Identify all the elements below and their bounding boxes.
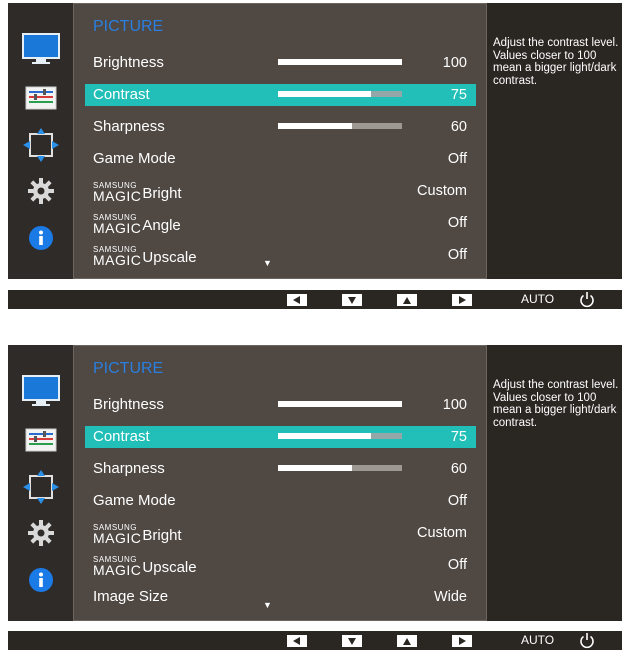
- item-value: 75: [450, 429, 467, 445]
- menu-item-magic-bright[interactable]: SAMSUNG MAGIC Bright Custom: [85, 180, 476, 204]
- menu-item-magic-upscale[interactable]: SAMSUNG MAGIC Upscale Off: [85, 244, 476, 268]
- left-arrow-icon[interactable]: [287, 635, 307, 647]
- item-value: 100: [442, 397, 467, 413]
- help-text: Adjust the contrast level. Values closer…: [493, 379, 619, 429]
- sidebar: [8, 3, 73, 279]
- item-value: Off: [447, 215, 467, 231]
- down-arrow-icon[interactable]: [342, 294, 362, 306]
- left-arrow-icon[interactable]: [287, 294, 307, 306]
- help-panel: Adjust the contrast level. Values closer…: [489, 3, 622, 279]
- item-value: 100: [442, 55, 467, 71]
- color-settings-icon[interactable]: [25, 428, 57, 457]
- magic-logo: SAMSUNG MAGIC: [93, 555, 142, 578]
- item-value: Custom: [417, 525, 467, 541]
- item-label: Game Mode: [93, 492, 176, 509]
- menu-title: PICTURE: [93, 360, 164, 377]
- item-value: Off: [447, 493, 467, 509]
- gear-icon[interactable]: [28, 178, 54, 209]
- magic-logo: SAMSUNG MAGIC: [93, 523, 142, 546]
- item-label: Sharpness: [93, 460, 165, 477]
- brightness-slider[interactable]: [278, 401, 402, 407]
- osd-panel: PICTURE Brightness 100 Contrast 75 Sharp…: [8, 345, 622, 621]
- menu-item-game-mode[interactable]: Game Mode Off: [85, 148, 476, 170]
- info-icon[interactable]: [29, 568, 53, 597]
- right-arrow-icon[interactable]: [452, 635, 472, 647]
- gear-icon[interactable]: [28, 520, 54, 551]
- item-label: SAMSUNG MAGIC Bright: [93, 181, 182, 204]
- button-bar: AUTO: [8, 290, 622, 309]
- menu-item-magic-angle[interactable]: SAMSUNG MAGIC Angle Off: [85, 212, 476, 236]
- menu-panel: PICTURE Brightness 100 Contrast 75 Sharp…: [73, 345, 487, 621]
- power-icon[interactable]: [579, 290, 595, 313]
- button-bar: AUTO: [8, 631, 622, 650]
- contrast-slider[interactable]: [278, 433, 402, 439]
- magic-logo: SAMSUNG MAGIC: [93, 245, 142, 268]
- scroll-down-icon[interactable]: ▼: [263, 258, 272, 268]
- menu-item-sharpness[interactable]: Sharpness 60: [85, 116, 476, 138]
- magic-logo: SAMSUNG MAGIC: [93, 213, 142, 236]
- brightness-slider[interactable]: [278, 59, 402, 65]
- right-arrow-icon[interactable]: [452, 294, 472, 306]
- menu-item-contrast[interactable]: Contrast 75: [85, 426, 476, 448]
- monitor-icon[interactable]: [22, 33, 60, 70]
- scroll-down-icon[interactable]: ▼: [263, 600, 272, 610]
- item-value: Off: [447, 151, 467, 167]
- item-label: Image Size: [93, 588, 169, 605]
- power-icon[interactable]: [579, 631, 595, 654]
- item-value: Off: [447, 557, 467, 573]
- item-label: SAMSUNG MAGIC Upscale: [93, 245, 197, 268]
- menu-item-brightness[interactable]: Brightness 100: [85, 394, 476, 416]
- up-arrow-icon[interactable]: [397, 294, 417, 306]
- menu-item-brightness[interactable]: Brightness 100: [85, 52, 476, 74]
- item-value: Custom: [417, 183, 467, 199]
- item-value: Wide: [433, 589, 467, 605]
- help-text: Adjust the contrast level. Values closer…: [493, 37, 619, 87]
- magic-logo: SAMSUNG MAGIC: [93, 181, 142, 204]
- menu-item-sharpness[interactable]: Sharpness 60: [85, 458, 476, 480]
- auto-button[interactable]: AUTO: [521, 633, 554, 647]
- item-label: Brightness: [93, 396, 164, 413]
- item-value: 75: [450, 87, 467, 103]
- down-arrow-icon[interactable]: [342, 635, 362, 647]
- menu-item-magic-upscale[interactable]: SAMSUNG MAGIC Upscale Off: [85, 554, 476, 578]
- menu-item-image-size[interactable]: Image Size Wide: [85, 586, 476, 608]
- size-position-icon[interactable]: [23, 470, 59, 509]
- auto-button[interactable]: AUTO: [521, 292, 554, 306]
- color-settings-icon[interactable]: [25, 86, 57, 115]
- help-panel: Adjust the contrast level. Values closer…: [489, 345, 622, 621]
- item-label: Contrast: [93, 428, 150, 445]
- item-label: SAMSUNG MAGIC Upscale: [93, 555, 197, 578]
- monitor-icon[interactable]: [22, 375, 60, 412]
- sidebar: [8, 345, 73, 621]
- item-label: Contrast: [93, 86, 150, 103]
- menu-panel: PICTURE Brightness 100 Contrast 75 Sharp…: [73, 3, 487, 279]
- sharpness-slider[interactable]: [278, 465, 402, 471]
- item-label: Game Mode: [93, 150, 176, 167]
- up-arrow-icon[interactable]: [397, 635, 417, 647]
- item-label: SAMSUNG MAGIC Bright: [93, 523, 182, 546]
- contrast-slider[interactable]: [278, 91, 402, 97]
- menu-item-game-mode[interactable]: Game Mode Off: [85, 490, 476, 512]
- item-value: Off: [447, 247, 467, 263]
- info-icon[interactable]: [29, 226, 53, 255]
- item-value: 60: [450, 461, 467, 477]
- item-value: 60: [450, 119, 467, 135]
- menu-item-magic-bright[interactable]: SAMSUNG MAGIC Bright Custom: [85, 522, 476, 546]
- menu-item-contrast[interactable]: Contrast 75: [85, 84, 476, 106]
- item-label: SAMSUNG MAGIC Angle: [93, 213, 181, 236]
- sharpness-slider[interactable]: [278, 123, 402, 129]
- osd-panel: PICTURE Brightness 100 Contrast 75 Sharp…: [8, 3, 622, 279]
- item-label: Sharpness: [93, 118, 165, 135]
- menu-title: PICTURE: [93, 18, 164, 35]
- item-label: Brightness: [93, 54, 164, 71]
- size-position-icon[interactable]: [23, 128, 59, 167]
